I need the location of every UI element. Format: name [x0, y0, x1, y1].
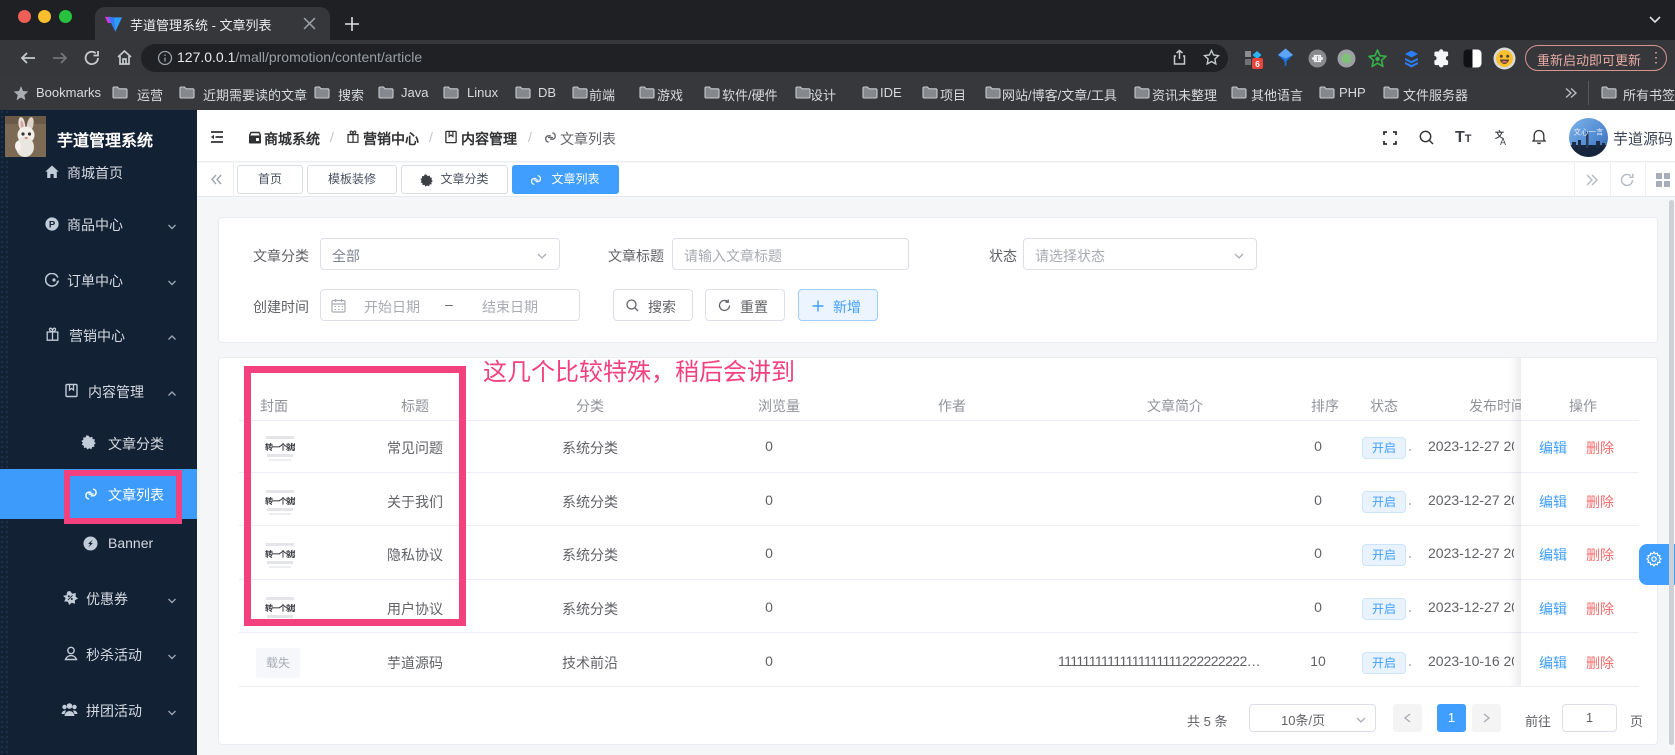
- svg-text:A: A: [1500, 137, 1506, 146]
- svg-text:P: P: [49, 219, 56, 230]
- svg-text:6: 6: [1255, 59, 1260, 69]
- svg-text:文心一言: 文心一言: [1574, 127, 1604, 137]
